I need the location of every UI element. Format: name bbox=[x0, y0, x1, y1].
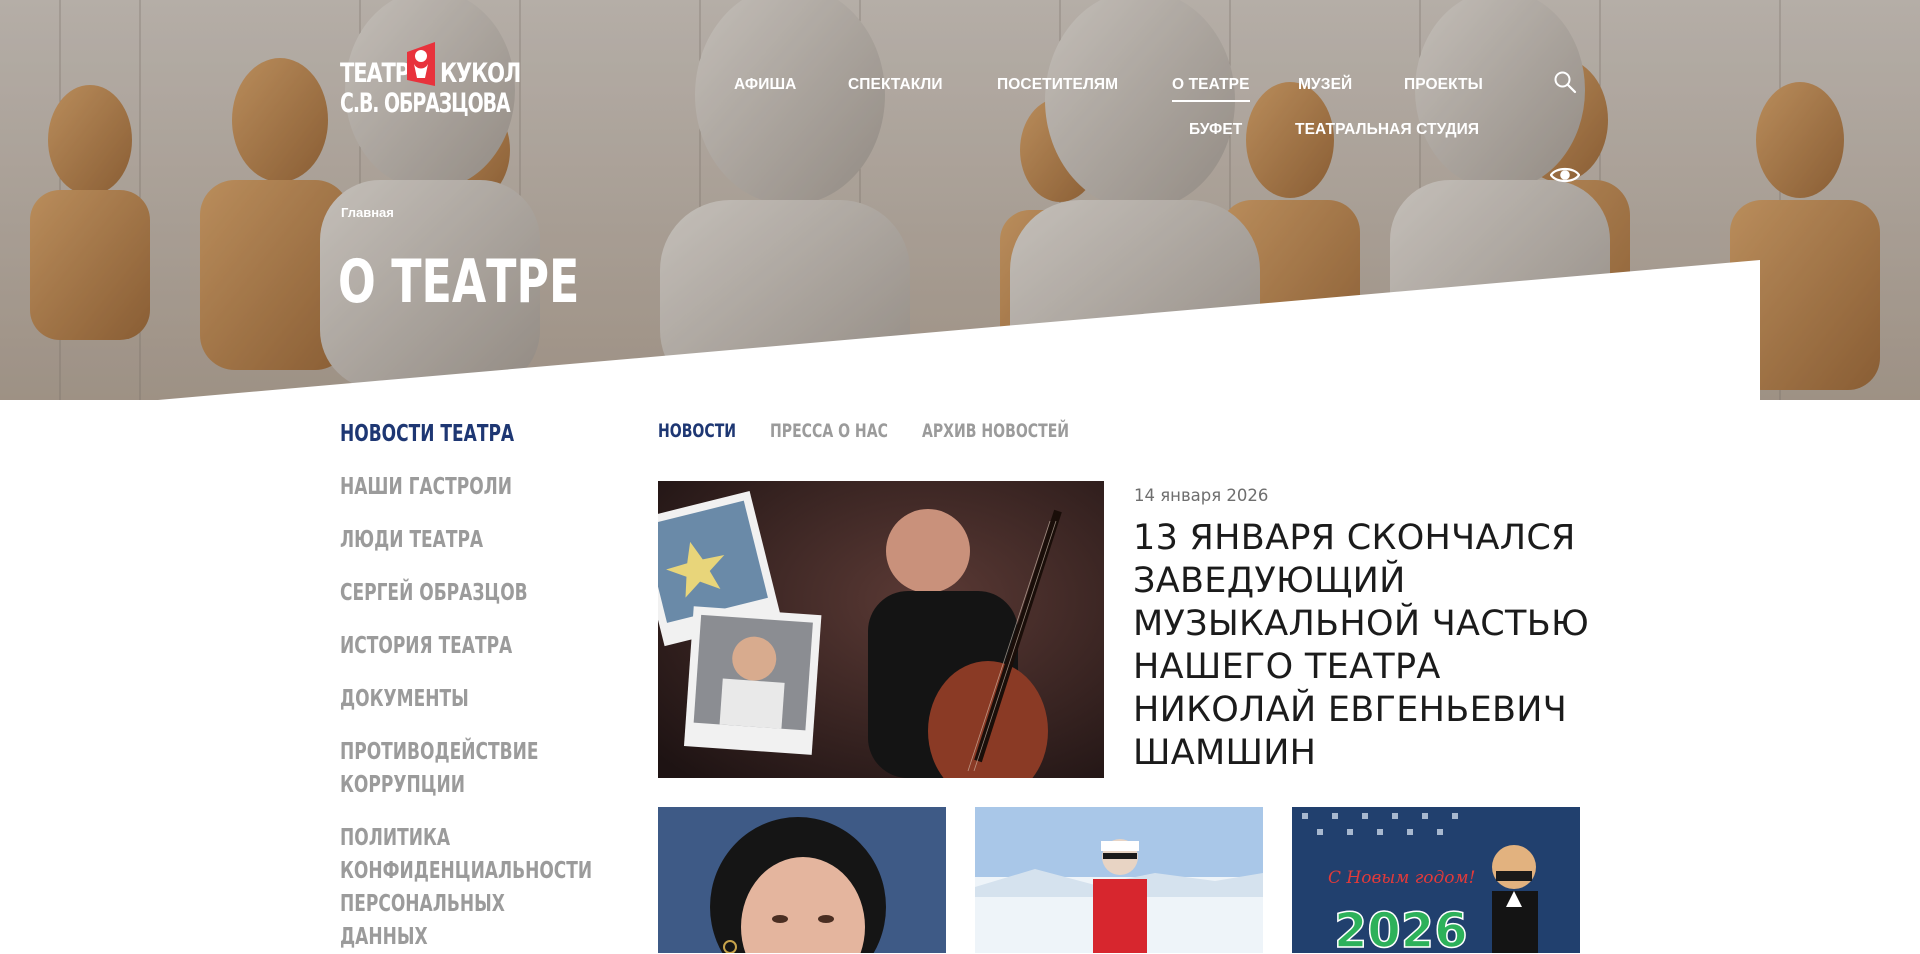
nav-item-afisha[interactable]: АФИША bbox=[734, 76, 796, 94]
featured-news-image[interactable] bbox=[658, 481, 1104, 778]
sidebar-item-privacy-line2: КОНФИДЕНЦИАЛЬНОСТИ bbox=[340, 858, 593, 884]
sidebar-item-theatre-news[interactable]: НОВОСТИ ТЕАТРА bbox=[340, 418, 514, 451]
tab-news-archive[interactable]: АРХИВ НОВОСТЕЙ bbox=[922, 420, 1069, 442]
page-title: О ТЕАТРЕ bbox=[338, 247, 580, 317]
sidebar-item-privacy-line4: ДАННЫХ bbox=[340, 924, 428, 950]
sidebar-item-privacy-line1: ПОЛИТИКА bbox=[340, 825, 451, 851]
eye-icon[interactable] bbox=[1550, 165, 1580, 185]
nav-item-spectacles[interactable]: СПЕКТАКЛИ bbox=[848, 76, 943, 94]
sidebar-item-people[interactable]: ЛЮДИ ТЕАТРА bbox=[340, 524, 483, 557]
featured-news-photo bbox=[658, 481, 1104, 778]
sidebar-item-privacy-line3: ПЕРСОНАЛЬНЫХ bbox=[340, 891, 505, 917]
new-year-number: 2026 bbox=[1334, 903, 1468, 953]
news-card-1-photo bbox=[658, 807, 946, 953]
sidebar-item-documents[interactable]: ДОКУМЕНТЫ bbox=[340, 683, 469, 716]
sidebar-item-anticorruption-line1: ПРОТИВОДЕЙСТВИЕ bbox=[340, 739, 539, 765]
featured-news-date: 14 января 2026 bbox=[1134, 486, 1269, 505]
nav-item-buffet[interactable]: БУФЕТ bbox=[1189, 121, 1242, 139]
news-card-2-image[interactable] bbox=[975, 807, 1263, 953]
sidebar-item-anticorruption-line2: КОРРУПЦИИ bbox=[340, 772, 465, 798]
new-year-greeting: С Новым годом! bbox=[1328, 868, 1475, 888]
nav-item-visitors[interactable]: ПОСЕТИТЕЛЯМ bbox=[997, 76, 1118, 94]
news-card-2-photo bbox=[975, 807, 1263, 953]
hero-banner: ТЕАТР КУКОЛ С.В. ОБРАЗЦОВА АФИША СПЕКТАК… bbox=[0, 0, 1920, 400]
news-card-3-image[interactable]: С Новым годом! 2026 bbox=[1292, 807, 1580, 953]
sidebar-item-tours[interactable]: НАШИ ГАСТРОЛИ bbox=[340, 471, 512, 504]
nav-item-museum[interactable]: МУЗЕЙ bbox=[1298, 76, 1352, 94]
featured-news-title[interactable]: 13 января скончался заведующий музыкальн… bbox=[1133, 517, 1593, 775]
breadcrumb-home[interactable]: Главная bbox=[341, 205, 394, 220]
nav-item-about-theatre[interactable]: О ТЕАТРЕ bbox=[1172, 76, 1250, 102]
main-navigation: АФИША СПЕКТАКЛИ ПОСЕТИТЕЛЯМ О ТЕАТРЕ МУЗ… bbox=[0, 0, 1920, 150]
search-icon[interactable] bbox=[1553, 70, 1577, 94]
nav-item-theatre-studio[interactable]: ТЕАТРАЛЬНАЯ СТУДИЯ bbox=[1295, 121, 1479, 139]
news-card-1-image[interactable] bbox=[658, 807, 946, 953]
sidebar-item-history[interactable]: ИСТОРИЯ ТЕАТРА bbox=[340, 630, 512, 663]
nav-item-projects[interactable]: ПРОЕКТЫ bbox=[1404, 76, 1483, 94]
sidebar-item-sergey-obraztsov[interactable]: СЕРГЕЙ ОБРАЗЦОВ bbox=[340, 577, 528, 610]
tab-press[interactable]: ПРЕССА О НАС bbox=[770, 420, 888, 442]
tab-news[interactable]: НОВОСТИ bbox=[658, 420, 736, 442]
news-card-3-photo: С Новым годом! 2026 bbox=[1292, 807, 1580, 953]
